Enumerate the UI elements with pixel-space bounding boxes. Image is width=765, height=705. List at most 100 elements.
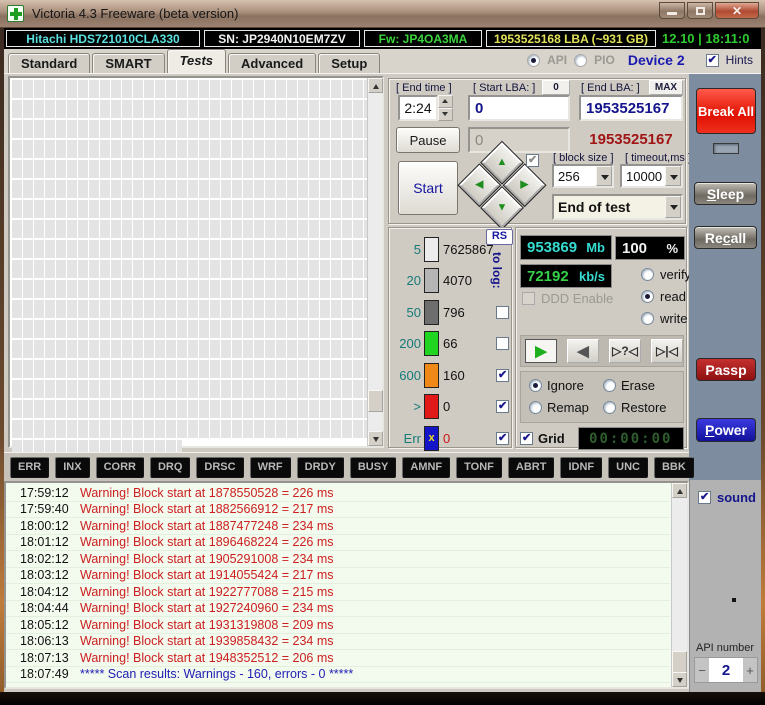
to-log-checkbox-50[interactable] — [496, 306, 509, 319]
block-size-combo[interactable]: 256 — [552, 164, 614, 188]
status-led-drdy[interactable]: DRDY — [297, 457, 344, 478]
api-minus-button[interactable]: − — [695, 658, 709, 682]
power-button[interactable]: Power — [696, 418, 756, 442]
status-led-busy[interactable]: BUSY — [350, 457, 397, 478]
log-panel: 17:59:12Warning! Block start at 18785505… — [4, 481, 689, 689]
status-led-bbk[interactable]: BBK — [654, 457, 694, 478]
combo-arrow-icon[interactable] — [596, 166, 612, 186]
start-lba-input[interactable]: 0 — [468, 95, 570, 121]
minimize-button[interactable] — [659, 2, 685, 19]
log-time: 18:01:12 — [6, 535, 68, 549]
scroll-down-icon[interactable] — [368, 431, 383, 446]
skip-end-button[interactable]: ▷|◁ — [651, 339, 683, 363]
sleep-button[interactable]: Sleep — [694, 182, 757, 205]
log-entry: 18:07:49***** Scan results: Warnings - 1… — [6, 667, 670, 684]
status-led-drq[interactable]: DRQ — [150, 457, 190, 478]
hints-checkbox[interactable] — [706, 54, 719, 67]
status-led-unc[interactable]: UNC — [608, 457, 648, 478]
scroll-up-icon[interactable] — [368, 78, 383, 93]
grid-scrollbar-thumb[interactable] — [368, 390, 383, 412]
activity-indicator — [713, 143, 739, 154]
latency-color-block — [424, 363, 439, 388]
end-time-spinner[interactable]: 2:24 — [398, 95, 453, 121]
api-radio[interactable] — [527, 54, 540, 67]
log-scrollbar[interactable] — [671, 483, 687, 687]
latency-count: 4070 — [443, 273, 472, 288]
to-log-checkbox-200[interactable] — [496, 337, 509, 350]
status-led-abrt[interactable]: ABRT — [508, 457, 555, 478]
play-button[interactable]: ▶ — [525, 339, 557, 363]
latency-color-block — [424, 237, 439, 262]
spin-down-icon[interactable] — [438, 108, 453, 121]
api-label: API — [547, 53, 567, 67]
read-label: read — [660, 289, 686, 304]
tab-setup[interactable]: Setup — [318, 53, 380, 73]
log-time: 18:05:12 — [6, 618, 68, 632]
close-button[interactable]: ✕ — [715, 2, 759, 19]
tab-standard[interactable]: Standard — [8, 53, 90, 73]
nav-checkbox[interactable] — [526, 154, 539, 167]
read-radio[interactable] — [641, 290, 654, 303]
title-bar: Victoria 4.3 Freeware (beta version) ✕ — [0, 0, 765, 28]
log-time: 18:04:44 — [6, 601, 68, 615]
nav-left-icon: ◀ — [475, 180, 483, 191]
tab-advanced[interactable]: Advanced — [228, 53, 316, 73]
write-radio[interactable] — [641, 312, 654, 325]
remap-radio[interactable] — [529, 401, 542, 414]
break-all-button[interactable]: Break All — [696, 88, 756, 134]
spin-up-icon[interactable] — [438, 95, 453, 108]
status-led-tonf[interactable]: TONF — [456, 457, 502, 478]
to-log-checkbox->[interactable] — [496, 400, 509, 413]
timeout-combo[interactable]: 10000 — [620, 164, 683, 188]
passp-button[interactable]: Passp — [696, 358, 756, 381]
verify-radio[interactable] — [641, 268, 654, 281]
grid-scrollbar[interactable] — [367, 78, 382, 446]
start-lba-zero-button[interactable]: 0 — [542, 80, 570, 95]
status-led-idnf[interactable]: IDNF — [560, 457, 602, 478]
status-led-err[interactable]: ERR — [10, 457, 49, 478]
status-led-drsc[interactable]: DRSC — [196, 457, 243, 478]
log-message: Warning! Block start at 1931319808 = 209… — [68, 618, 334, 632]
back-button[interactable]: ◀ — [567, 339, 599, 363]
grid-checkbox[interactable] — [520, 432, 533, 445]
max-button[interactable]: MAX — [649, 80, 683, 95]
status-led-wrf[interactable]: WRF — [250, 457, 291, 478]
start-button[interactable]: Start — [398, 161, 458, 215]
pause-button[interactable]: Pause — [396, 127, 460, 153]
combo-arrow-icon[interactable] — [665, 166, 681, 186]
latency-row-50: 50796 — [389, 299, 513, 325]
scroll-up-icon[interactable] — [672, 483, 687, 498]
restore-radio[interactable] — [603, 401, 616, 414]
end-lba-input[interactable]: 1953525167 — [579, 95, 683, 121]
pio-radio[interactable] — [574, 54, 587, 67]
status-led-amnf[interactable]: AMNF — [402, 457, 450, 478]
scroll-down-icon[interactable] — [672, 672, 687, 687]
log-scrollbar-thumb[interactable] — [672, 651, 687, 673]
log-message: Warning! Block start at 1948352512 = 206… — [68, 651, 334, 665]
to-log-checkbox-600[interactable] — [496, 369, 509, 382]
scan-question-button[interactable]: ▷?◁ — [609, 339, 641, 363]
sound-checkbox[interactable] — [698, 491, 711, 504]
erase-radio[interactable] — [603, 379, 616, 392]
tab-smart[interactable]: SMART — [92, 53, 164, 73]
recall-button[interactable]: Recall — [694, 226, 757, 249]
maximize-button[interactable] — [687, 2, 713, 19]
log-message: Warning! Block start at 1882566912 = 217… — [68, 502, 334, 516]
scan-grid — [12, 80, 367, 440]
api-plus-button[interactable]: + — [743, 658, 757, 682]
to-log-checkbox-Err[interactable] — [496, 432, 509, 445]
log-time: 18:06:13 — [6, 634, 68, 648]
drive-firmware: Fw: JP4OA3MA — [364, 30, 482, 47]
combo-arrow-icon[interactable] — [665, 196, 681, 218]
after-action-combo[interactable]: End of test — [552, 194, 683, 220]
tab-tests[interactable]: Tests — [167, 49, 226, 73]
status-led-inx[interactable]: INX — [55, 457, 89, 478]
scan-question-icon: ▷?◁ — [612, 344, 638, 358]
timeout-label: [ timeout,ms ] — [625, 152, 691, 164]
log-time: 17:59:12 — [6, 486, 68, 500]
status-led-corr[interactable]: CORR — [96, 457, 144, 478]
ignore-radio[interactable] — [529, 379, 542, 392]
latency-count: 0 — [443, 399, 450, 414]
latency-count: 796 — [443, 305, 465, 320]
speed-display: 72192 kb/s — [520, 264, 612, 288]
